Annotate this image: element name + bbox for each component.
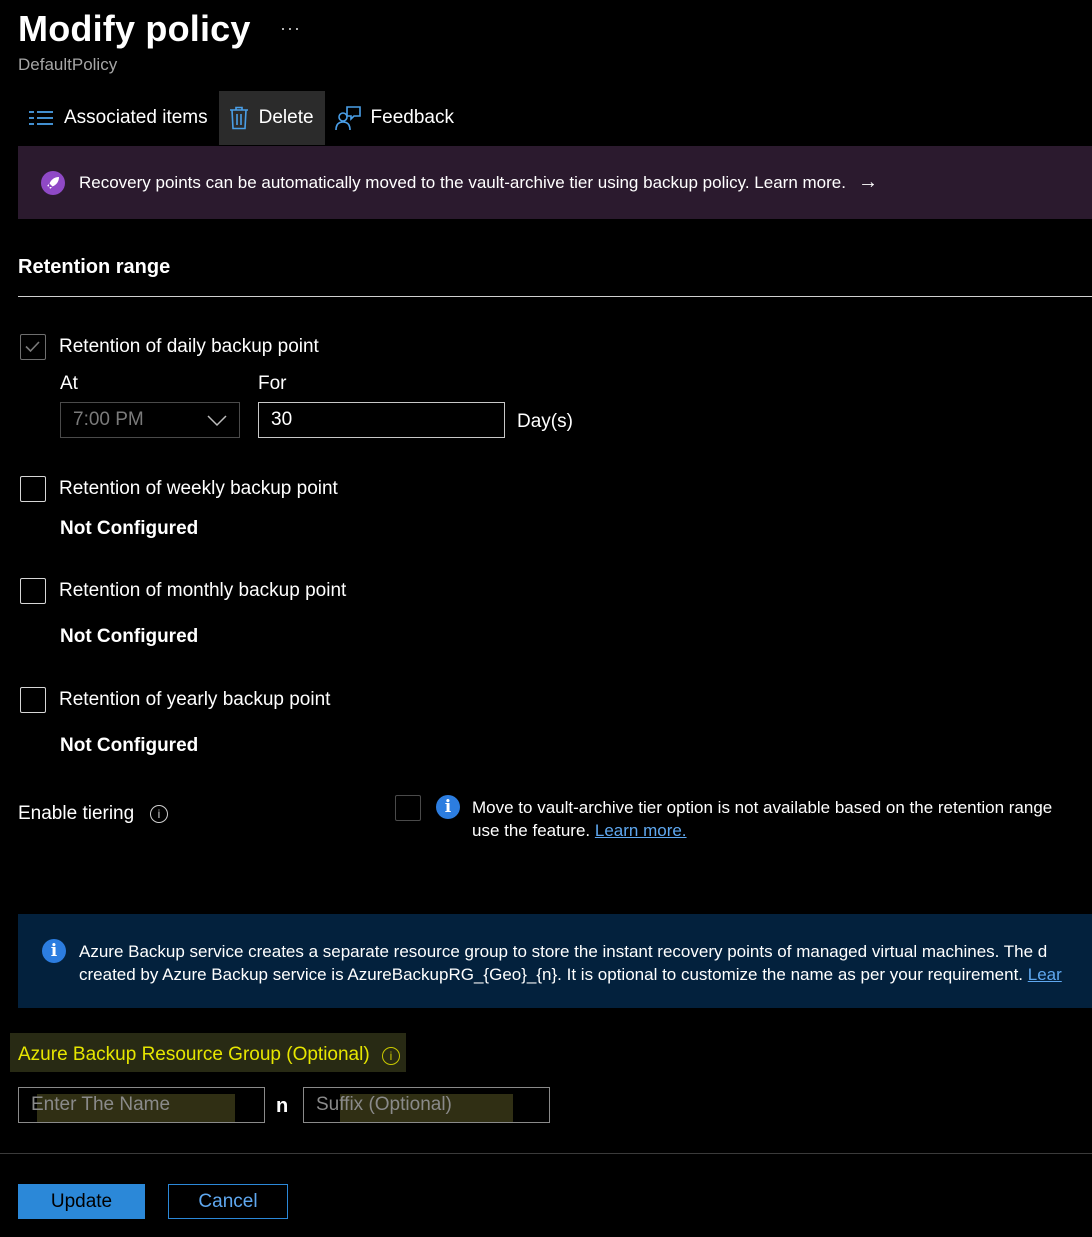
at-label: At <box>60 373 78 394</box>
monthly-retention-checkbox[interactable] <box>20 578 46 604</box>
rg-learn-more-link[interactable]: Lear <box>1028 965 1062 984</box>
rg-info-line2: created by Azure Backup service is Azure… <box>79 965 1024 984</box>
arrow-right-icon: → <box>857 171 878 193</box>
yearly-retention-label: Retention of yearly backup point <box>59 689 331 710</box>
yearly-status: Not Configured <box>60 735 199 756</box>
banner-text: Recovery points can be automatically mov… <box>79 172 846 192</box>
info-icon[interactable]: i <box>150 805 168 823</box>
feedback-label: Feedback <box>370 107 454 128</box>
monthly-status: Not Configured <box>60 626 199 647</box>
tiering-message-line2: use the feature. <box>472 821 591 840</box>
associated-items-button[interactable]: Associated items <box>18 91 219 145</box>
days-unit-label: Day(s) <box>517 411 573 432</box>
tiering-learn-more-link[interactable]: Learn more. <box>595 821 687 840</box>
time-dropdown[interactable]: 7:00 PM <box>60 402 240 438</box>
footer-divider <box>0 1153 1092 1154</box>
resource-group-suffix-input[interactable] <box>303 1087 550 1123</box>
name-separator: n <box>276 1095 289 1117</box>
weekly-retention-checkbox[interactable] <box>20 476 46 502</box>
rocket-icon <box>41 170 65 195</box>
more-options-button[interactable]: ··· <box>280 18 301 39</box>
resource-group-label: Azure Backup Resource Group (Optional) <box>18 1044 370 1065</box>
time-value: 7:00 PM <box>73 409 144 430</box>
list-icon <box>29 111 53 125</box>
weekly-status: Not Configured <box>60 518 199 539</box>
info-filled-icon: i <box>436 795 460 819</box>
daily-retention-checkbox[interactable] <box>20 334 46 360</box>
trash-icon <box>229 106 248 130</box>
cancel-button[interactable]: Cancel <box>168 1184 288 1219</box>
tiering-message-line1: Move to vault-archive tier option is not… <box>472 798 1053 817</box>
daily-retention-label: Retention of daily backup point <box>59 336 319 357</box>
associated-items-label: Associated items <box>64 107 208 128</box>
resource-group-name-input[interactable] <box>18 1087 265 1123</box>
feedback-button[interactable]: Feedback <box>325 91 465 145</box>
page-subtitle: DefaultPolicy <box>18 55 118 74</box>
enable-tiering-label: Enable tiering <box>18 803 135 824</box>
weekly-retention-label: Retention of weekly backup point <box>59 478 338 499</box>
chevron-down-icon <box>207 415 227 427</box>
command-bar: Associated items Delete Feedback <box>18 91 465 145</box>
resource-group-info-text: Azure Backup service creates a separate … <box>79 940 1092 986</box>
delete-label: Delete <box>258 107 314 128</box>
yearly-retention-checkbox[interactable] <box>20 687 46 713</box>
update-button[interactable]: Update <box>18 1184 145 1219</box>
delete-button[interactable]: Delete <box>218 91 325 145</box>
rg-info-line1: Azure Backup service creates a separate … <box>79 942 1048 961</box>
for-label: For <box>258 373 287 394</box>
retention-range-heading: Retention range <box>18 256 171 278</box>
monthly-retention-label: Retention of monthly backup point <box>59 580 347 601</box>
archive-tier-banner[interactable]: Recovery points can be automatically mov… <box>18 146 1092 219</box>
tiering-message: Move to vault-archive tier option is not… <box>472 796 1052 842</box>
checkmark-icon <box>25 341 40 353</box>
section-divider <box>18 296 1092 297</box>
enable-tiering-checkbox[interactable] <box>395 795 421 821</box>
days-input[interactable] <box>258 402 505 438</box>
page-title: Modify policy <box>18 8 251 49</box>
info-icon[interactable]: i <box>382 1047 400 1065</box>
feedback-icon <box>334 106 361 131</box>
info-filled-icon: i <box>42 939 66 963</box>
